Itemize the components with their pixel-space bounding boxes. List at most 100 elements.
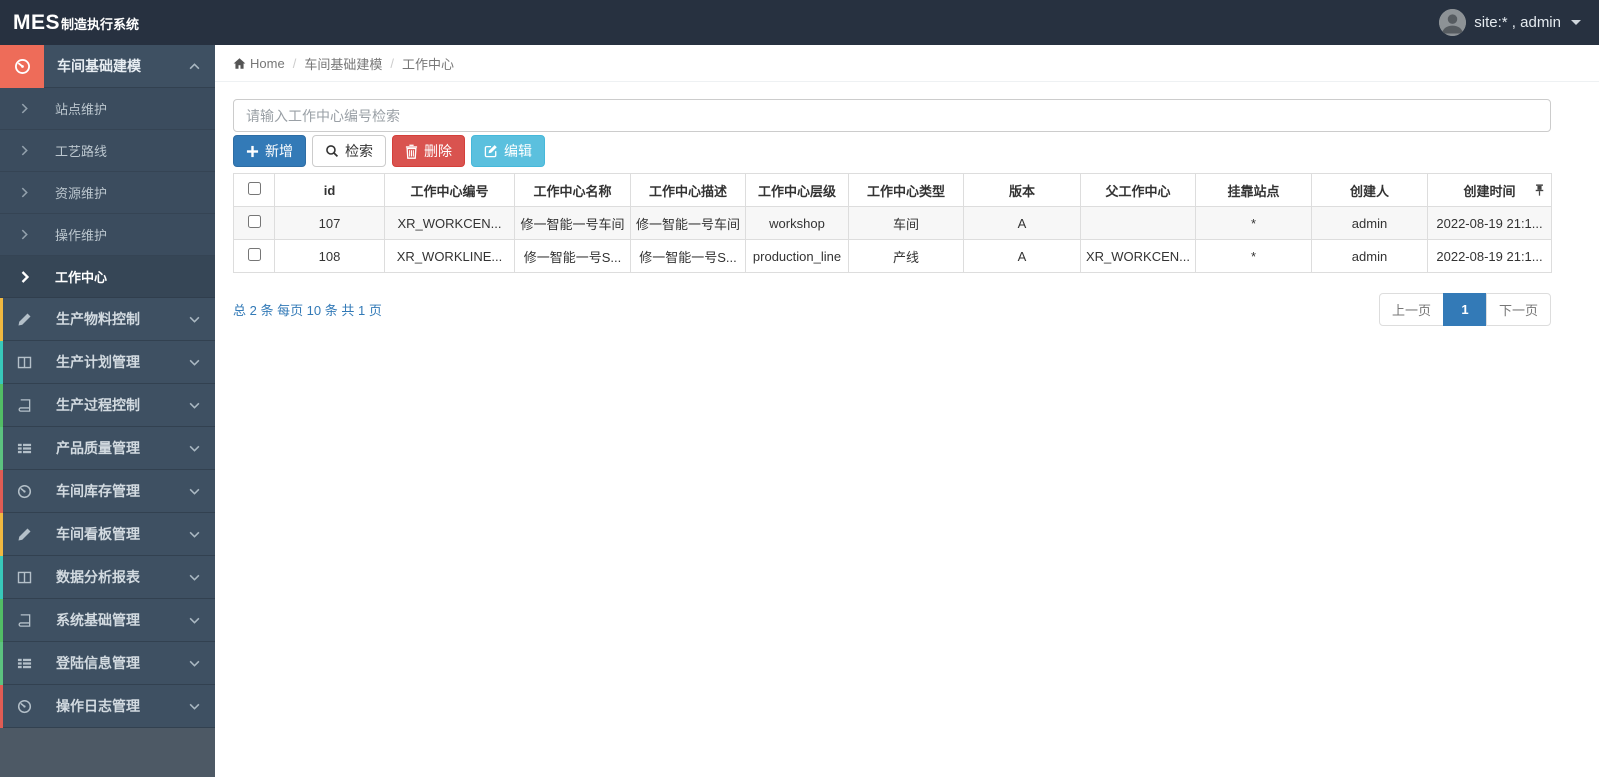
col-created-time-label: 创建时间 xyxy=(1463,183,1516,199)
sidebar-item-resource-maintenance[interactable]: 资源维护 xyxy=(0,172,215,214)
col-description: 工作中心描述 xyxy=(630,173,746,207)
cell-code: XR_WORKCEN... xyxy=(384,206,515,240)
cell-description: 修一智能一号S... xyxy=(630,239,746,273)
breadcrumb-current: 工作中心 xyxy=(401,56,454,72)
search-icon xyxy=(325,144,339,158)
sidebar-item-process-control[interactable]: 生产过程控制 xyxy=(0,383,215,427)
sidebar: 车间基础建模 站点维护 工艺路线 资源维护 操作维护 工作中心 生产物料控制 生… xyxy=(0,44,215,777)
cell-name: 修一智能一号S... xyxy=(514,239,631,273)
user-menu[interactable]: site:* , admin xyxy=(1439,9,1599,36)
breadcrumb-parent[interactable]: 车间基础建模 xyxy=(304,54,382,73)
table-row: 108 XR_WORKLINE... 修一智能一号S... 修一智能一号S...… xyxy=(233,239,1552,273)
cell-name: 修一智能一号车间 xyxy=(514,206,631,240)
cell-id: 107 xyxy=(274,206,385,240)
record-summary: 总 2 条 每页 10 条 共 1 页 xyxy=(233,303,382,318)
edit-button[interactable]: 编辑 xyxy=(471,135,545,167)
chevron-up-icon xyxy=(189,62,200,70)
app-logo-text: 制造执行系统 xyxy=(61,16,140,32)
sidebar-item-inventory-management[interactable]: 车间库存管理 xyxy=(0,469,215,513)
sidebar-item-label: 工作中心 xyxy=(55,270,108,285)
caret-down-icon xyxy=(1571,20,1581,25)
chevron-down-icon xyxy=(189,402,200,409)
accent-strip xyxy=(0,555,3,599)
cell-created-time: 2022-08-19 21:1... xyxy=(1427,239,1552,273)
page-1-button[interactable]: 1 xyxy=(1442,293,1487,326)
sidebar-item-data-analysis-report[interactable]: 数据分析报表 xyxy=(0,555,215,599)
page-body: 新增 检索 删除 编辑 xyxy=(215,82,1599,326)
cell-created-time: 2022-08-19 21:1... xyxy=(1427,206,1552,240)
cell-type: 产线 xyxy=(848,239,964,273)
trash-icon xyxy=(405,144,418,159)
cell-parent xyxy=(1080,206,1196,240)
chevron-down-icon xyxy=(189,359,200,366)
angle-right-icon xyxy=(21,103,29,114)
pin-icon[interactable] xyxy=(1535,184,1544,197)
search-button[interactable]: 检索 xyxy=(312,135,386,167)
pencil-icon xyxy=(15,527,33,542)
row-checkbox[interactable] xyxy=(247,215,261,228)
table-row: 107 XR_WORKCEN... 修一智能一号车间 修一智能一号车间 work… xyxy=(233,206,1552,240)
home-icon xyxy=(233,57,246,70)
col-name: 工作中心名称 xyxy=(514,173,631,207)
chevron-down-icon xyxy=(189,445,200,452)
chevron-down-icon xyxy=(189,488,200,495)
sidebar-item-label: 车间看板管理 xyxy=(56,526,140,542)
prev-page-button[interactable]: 上一页 xyxy=(1378,293,1444,326)
pencil-icon xyxy=(15,312,33,327)
list-icon xyxy=(15,441,33,456)
accent-strip xyxy=(0,297,3,341)
col-code: 工作中心编号 xyxy=(384,173,515,207)
cell-level: production_line xyxy=(745,239,849,273)
sidebar-item-operation-maintenance[interactable]: 操作维护 xyxy=(0,214,215,256)
tachometer-icon xyxy=(15,699,33,714)
select-all-checkbox[interactable] xyxy=(247,182,261,195)
top-navbar: MES 制造执行系统 site:* , admin xyxy=(0,0,1599,45)
search-button-label: 检索 xyxy=(345,143,373,159)
sidebar-item-system-base-management[interactable]: 系统基础管理 xyxy=(0,598,215,642)
col-type: 工作中心类型 xyxy=(848,173,964,207)
delete-button[interactable]: 删除 xyxy=(392,135,465,167)
angle-right-icon xyxy=(21,270,29,283)
next-page-button[interactable]: 下一页 xyxy=(1485,293,1551,326)
toolbar: 新增 检索 删除 编辑 xyxy=(233,135,1551,167)
sidebar-item-label: 站点维护 xyxy=(55,102,108,117)
edit-icon xyxy=(484,144,498,158)
breadcrumb-home[interactable]: Home xyxy=(250,56,285,71)
chevron-down-icon xyxy=(189,660,200,667)
sidebar-item-quality-management[interactable]: 产品质量管理 xyxy=(0,426,215,470)
sidebar-item-label: 生产计划管理 xyxy=(56,354,140,370)
cell-creator: admin xyxy=(1311,239,1428,273)
add-button-label: 新增 xyxy=(265,143,293,159)
sidebar-item-work-center[interactable]: 工作中心 xyxy=(0,256,215,298)
sidebar-item-board-management[interactable]: 车间看板管理 xyxy=(0,512,215,556)
search-input[interactable] xyxy=(233,99,1551,132)
chevron-down-icon xyxy=(189,574,200,581)
list-icon xyxy=(15,656,33,671)
accent-strip xyxy=(0,383,3,427)
col-parent: 父工作中心 xyxy=(1080,173,1196,207)
row-checkbox[interactable] xyxy=(247,248,261,261)
col-id: id xyxy=(274,173,385,207)
sidebar-item-operation-log-management[interactable]: 操作日志管理 xyxy=(0,684,215,728)
header-checkbox-cell xyxy=(233,173,275,207)
book-icon xyxy=(15,613,33,628)
col-version: 版本 xyxy=(963,173,1081,207)
chevron-down-icon xyxy=(189,703,200,710)
app-logo-bold: MES xyxy=(13,10,61,34)
sidebar-item-label: 登陆信息管理 xyxy=(56,655,140,671)
chevron-down-icon xyxy=(189,617,200,624)
sidebar-item-station-maintenance[interactable]: 站点维护 xyxy=(0,88,215,130)
angle-right-icon xyxy=(21,145,29,156)
breadcrumb-separator: / xyxy=(292,55,297,71)
sidebar-item-workshop-base-modeling[interactable]: 车间基础建模 xyxy=(0,44,215,88)
sidebar-item-material-control[interactable]: 生产物料控制 xyxy=(0,297,215,341)
add-button[interactable]: 新增 xyxy=(233,135,306,167)
app-logo[interactable]: MES 制造执行系统 xyxy=(0,11,215,35)
col-station: 挂靠站点 xyxy=(1195,173,1312,207)
sidebar-item-process-route[interactable]: 工艺路线 xyxy=(0,130,215,172)
col-creator: 创建人 xyxy=(1311,173,1428,207)
sidebar-item-login-info-management[interactable]: 登陆信息管理 xyxy=(0,641,215,685)
cell-code: XR_WORKLINE... xyxy=(384,239,515,273)
sidebar-item-label: 生产物料控制 xyxy=(56,311,140,327)
sidebar-item-plan-management[interactable]: 生产计划管理 xyxy=(0,340,215,384)
